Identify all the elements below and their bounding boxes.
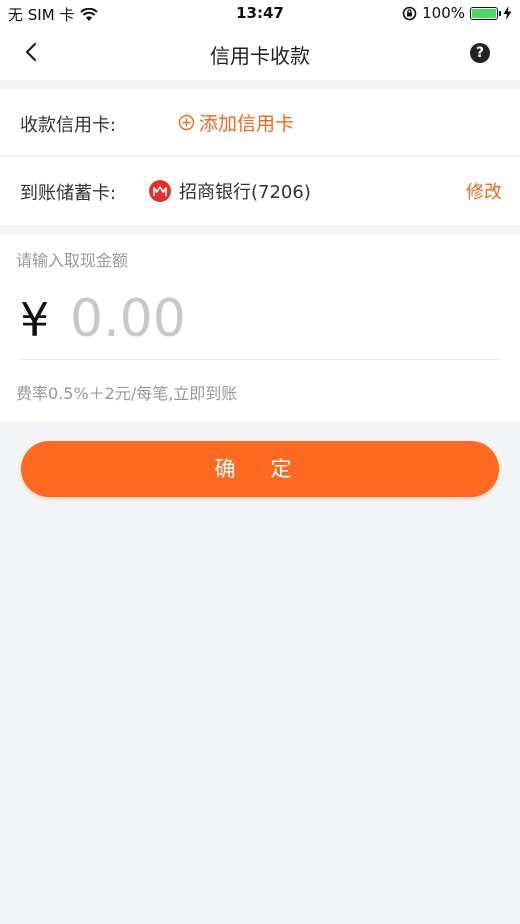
charging-icon: [503, 6, 512, 20]
page-title: 信用卡收款: [210, 44, 310, 68]
add-credit-card-label: 添加信用卡: [199, 113, 295, 135]
status-bar: 无 SIM 卡 13:47 100%: [0, 0, 520, 26]
credit-card-row: 收款信用卡: 添加信用卡: [0, 89, 520, 156]
navigation-bar: 信用卡收款 ?: [0, 26, 520, 80]
plus-circle-icon: [178, 114, 195, 131]
fee-rate-text: 费率0.5%＋2元/每笔,立即到账: [16, 384, 238, 403]
battery-icon: [470, 6, 501, 20]
amount-section: 请输入取现金额 ¥ 费率0.5%＋2元/每笔,立即到账: [0, 235, 520, 421]
amount-input[interactable]: [70, 287, 490, 351]
debit-card-row: 到账储蓄卡: 招商银行(7206) 修改: [0, 157, 520, 225]
help-icon[interactable]: ?: [470, 43, 490, 63]
modify-debit-card-link[interactable]: 修改: [466, 178, 502, 204]
battery-level-fill: [472, 8, 496, 18]
debit-card-label: 到账储蓄卡:: [20, 183, 117, 204]
status-right: 100%: [402, 4, 512, 22]
currency-symbol: ¥: [20, 293, 50, 347]
battery-percent: 100%: [422, 4, 465, 22]
app-screen: 无 SIM 卡 13:47 100% 信用卡收款 ? 收款信用卡: 添加信用卡 …: [0, 0, 520, 924]
rotation-lock-icon: [402, 6, 417, 20]
credit-card-label: 收款信用卡:: [20, 115, 117, 136]
amount-divider: [20, 359, 500, 360]
confirm-button[interactable]: 确 定: [21, 441, 499, 497]
bank-logo-icon: [149, 180, 171, 202]
add-credit-card-button[interactable]: 添加信用卡: [178, 109, 294, 136]
amount-hint: 请输入取现金额: [16, 251, 129, 270]
bank-account-name: 招商银行(7206): [179, 182, 311, 203]
